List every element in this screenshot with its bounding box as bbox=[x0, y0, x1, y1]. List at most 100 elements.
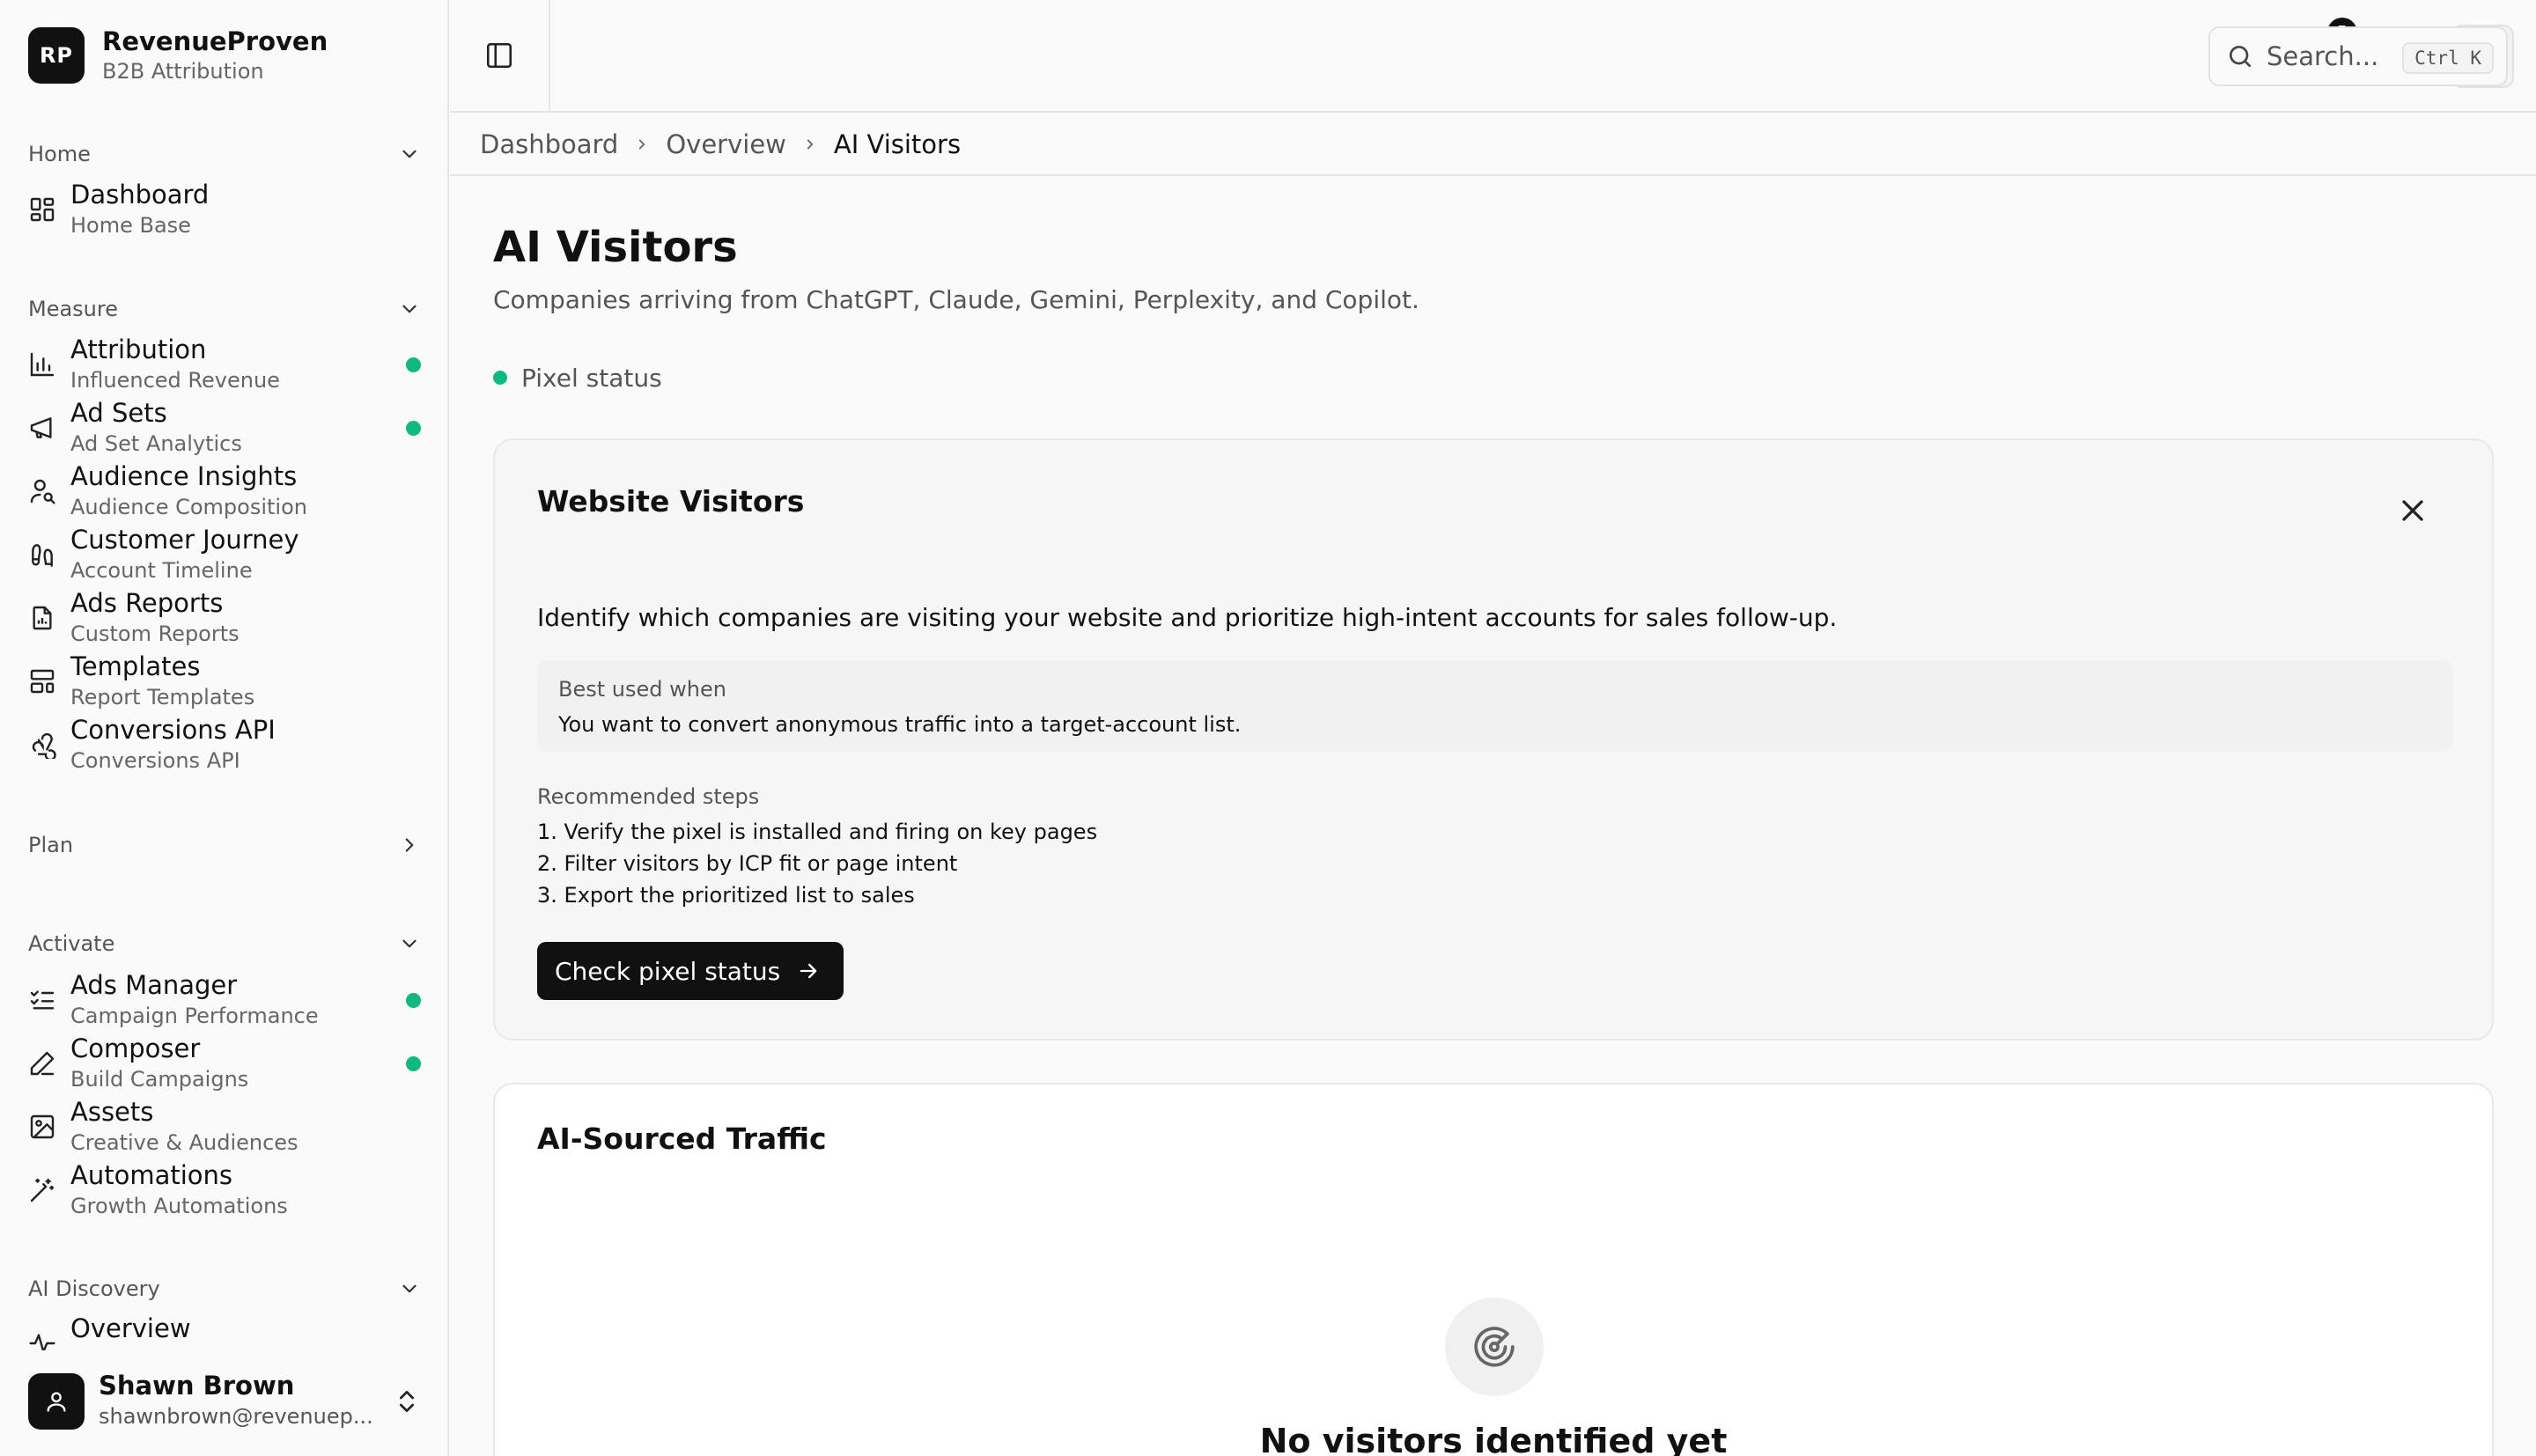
step-item: 2. Filter visitors by ICP fit or page in… bbox=[537, 851, 958, 876]
best-used-label: Best used when bbox=[558, 677, 726, 702]
sidebar-item-customer-journey[interactable]: Customer Journey Account Timeline bbox=[28, 523, 421, 586]
pixel-status[interactable]: Pixel status bbox=[493, 361, 662, 394]
sidebar-item-subtitle: Custom Reports bbox=[70, 621, 240, 646]
empty-state-title: No visitors identified yet bbox=[1259, 1422, 1728, 1456]
sidebar-item-ads-manager[interactable]: Ads Manager Campaign Performance bbox=[28, 968, 421, 1032]
chevrons-up-down-icon bbox=[393, 1387, 421, 1416]
list-checks-icon bbox=[28, 986, 56, 1014]
sidebar-item-title: Ads Reports bbox=[70, 588, 224, 618]
sidebar-item-subtitle: Conversions API bbox=[70, 748, 240, 773]
chevron-right-icon bbox=[639, 139, 645, 150]
sidebar-toggle-button[interactable] bbox=[450, 0, 550, 111]
sidebar-item-title: Templates bbox=[70, 651, 201, 681]
sidebar-item-subtitle: Ad Set Analytics bbox=[70, 431, 242, 456]
status-dot bbox=[406, 357, 421, 372]
sidebar-item-title: Conversions API bbox=[70, 715, 276, 745]
sidebar-item-ads-reports[interactable]: Ads Reports Custom Reports bbox=[28, 586, 421, 650]
breadcrumb: Dashboard Overview AI Visitors bbox=[450, 114, 2536, 176]
step-item: 3. Export the prioritized list to sales bbox=[537, 883, 915, 908]
grid-icon bbox=[28, 195, 56, 224]
search-icon bbox=[2230, 46, 2251, 67]
user-icon bbox=[47, 1392, 66, 1412]
sidebar-item-title: Customer Journey bbox=[70, 525, 299, 555]
section-ai-discovery-label: AI Discovery bbox=[28, 1276, 160, 1301]
section-ai-discovery-toggle[interactable]: AI Discovery bbox=[28, 1271, 421, 1306]
chevron-down-icon bbox=[402, 150, 417, 158]
section-measure-toggle[interactable]: Measure bbox=[28, 291, 421, 327]
user-menu[interactable]: Shawn Brown shawnbrown@revenuep... bbox=[28, 1370, 421, 1433]
sidebar-item-conversions-api[interactable]: Conversions API Conversions API bbox=[28, 713, 421, 776]
chevron-right-icon bbox=[405, 838, 414, 852]
sidebar-item-subtitle: Influenced Revenue bbox=[70, 368, 280, 393]
sidebar-item-title: Composer bbox=[70, 1033, 201, 1063]
panel-left-icon bbox=[486, 42, 512, 69]
section-activate-label: Activate bbox=[28, 931, 115, 956]
sidebar-item-automations[interactable]: Automations Growth Automations bbox=[28, 1158, 421, 1222]
sidebar-item-audience-insights[interactable]: Audience Insights Audience Composition bbox=[28, 460, 421, 523]
status-dot bbox=[406, 993, 421, 1008]
sidebar-item-attribution[interactable]: Attribution Influenced Revenue bbox=[28, 333, 421, 396]
card-title: AI-Sourced Traffic bbox=[537, 1121, 827, 1156]
pen-icon bbox=[28, 1049, 56, 1077]
section-plan-label: Plan bbox=[28, 833, 74, 857]
search-placeholder: Search... bbox=[2267, 41, 2379, 71]
sidebar-item-subtitle: Creative & Audiences bbox=[70, 1130, 299, 1155]
pixel-status-label: Pixel status bbox=[521, 363, 662, 393]
sidebar-item-subtitle: Report Templates bbox=[70, 685, 255, 710]
user-search-icon bbox=[28, 477, 56, 505]
ai-sourced-traffic-card: AI-Sourced Traffic No visitors identifie… bbox=[493, 1083, 2494, 1456]
chevron-down-icon bbox=[402, 305, 417, 313]
sidebar-item-title: Overview bbox=[70, 1313, 191, 1343]
brand[interactable]: RP RevenueProven B2B Attribution bbox=[28, 26, 328, 85]
breadcrumb-overview[interactable]: Overview bbox=[666, 129, 786, 159]
sidebar-item-title: Assets bbox=[70, 1097, 154, 1127]
section-home-label: Home bbox=[28, 142, 91, 166]
breadcrumb-dashboard[interactable]: Dashboard bbox=[480, 129, 618, 159]
bar-chart-icon bbox=[28, 350, 56, 379]
sidebar-item-title: Ad Sets bbox=[70, 398, 167, 428]
steps-label: Recommended steps bbox=[537, 784, 760, 809]
sidebar-item-subtitle: Growth Automations bbox=[70, 1194, 288, 1218]
sidebar-item-overview[interactable]: Overview bbox=[28, 1312, 421, 1350]
sidebar-item-title: Audience Insights bbox=[70, 461, 298, 491]
check-pixel-status-button[interactable]: Check pixel status bbox=[537, 942, 844, 1000]
sidebar-item-assets[interactable]: Assets Creative & Audiences bbox=[28, 1095, 421, 1158]
chevron-down-icon bbox=[402, 1284, 417, 1293]
wand-icon bbox=[28, 1176, 56, 1204]
file-chart-icon bbox=[28, 604, 56, 632]
section-home-toggle[interactable]: Home bbox=[28, 136, 421, 172]
sidebar-item-composer[interactable]: Composer Build Campaigns bbox=[28, 1032, 421, 1095]
user-email: shawnbrown@revenuep... bbox=[99, 1404, 373, 1429]
close-button[interactable] bbox=[2395, 493, 2430, 528]
webhook-icon bbox=[28, 731, 56, 761]
search-input[interactable]: Search... Ctrl K bbox=[2208, 26, 2508, 86]
best-used-box: Best used when You want to convert anony… bbox=[537, 660, 2453, 752]
section-measure-label: Measure bbox=[28, 297, 118, 321]
sidebar-item-title: Ads Manager bbox=[70, 970, 238, 1000]
sidebar-item-templates[interactable]: Templates Report Templates bbox=[28, 650, 421, 713]
sidebar-item-ad-sets[interactable]: Ad Sets Ad Set Analytics bbox=[28, 396, 421, 460]
topbar: 5 Search... Ctrl K bbox=[450, 0, 2536, 113]
cta-label: Check pixel status bbox=[555, 956, 781, 986]
best-used-text: You want to convert anonymous traffic in… bbox=[558, 712, 1242, 737]
brand-name: RevenueProven bbox=[102, 26, 328, 56]
sidebar-item-subtitle: Home Base bbox=[70, 213, 191, 238]
activity-icon bbox=[28, 1329, 56, 1350]
status-dot bbox=[406, 1056, 421, 1071]
empty-state-icon-wrap bbox=[1445, 1298, 1544, 1396]
footprints-icon bbox=[28, 540, 56, 569]
status-dot bbox=[493, 371, 507, 385]
step-item: 1. Verify the pixel is installed and fir… bbox=[537, 820, 1098, 844]
section-plan-toggle[interactable]: Plan bbox=[28, 827, 421, 863]
page-description: Companies arriving from ChatGPT, Claude,… bbox=[493, 285, 1419, 314]
brand-subtitle: B2B Attribution bbox=[102, 59, 264, 84]
sidebar-item-title: Automations bbox=[70, 1160, 233, 1190]
radar-icon bbox=[1474, 1327, 1515, 1367]
section-activate-toggle[interactable]: Activate bbox=[28, 926, 421, 961]
page-title: AI Visitors bbox=[493, 223, 738, 272]
sidebar-item-dashboard[interactable]: Dashboard Home Base bbox=[28, 178, 421, 241]
megaphone-icon bbox=[28, 414, 56, 442]
layout-template-icon bbox=[28, 667, 56, 695]
user-name: Shawn Brown bbox=[99, 1371, 295, 1401]
sidebar-item-subtitle: Audience Composition bbox=[70, 495, 307, 519]
